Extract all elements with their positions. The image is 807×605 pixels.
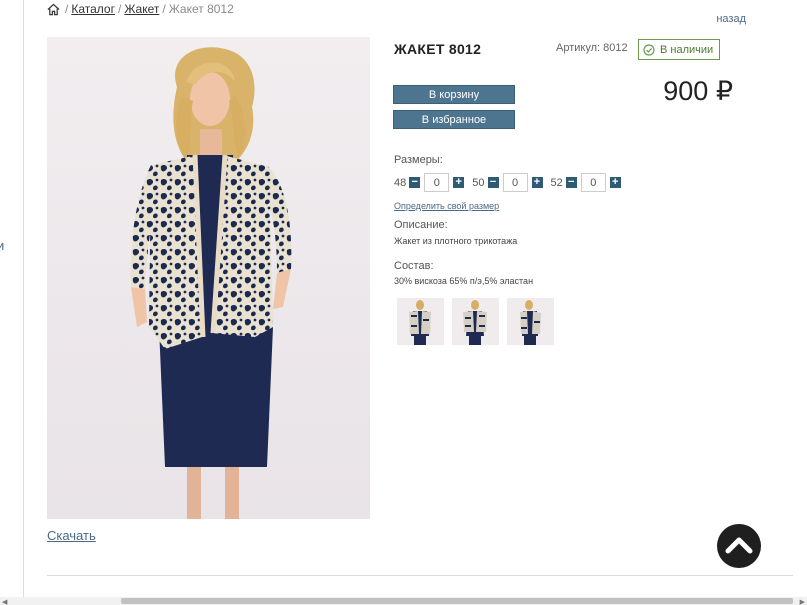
breadcrumb-separator: / [117, 2, 122, 16]
determine-size-link[interactable]: Определить свой размер [394, 201, 499, 211]
back-link[interactable]: назад [716, 13, 746, 25]
size-50-group: 50 − 0 + [472, 173, 543, 192]
plus-icon[interactable]: + [531, 177, 543, 188]
thumbnail-2[interactable] [452, 298, 499, 345]
chevron-up-icon [725, 537, 753, 554]
thumbnail-3[interactable] [507, 298, 554, 345]
product-title: ЖАКЕТ 8012 [394, 41, 482, 57]
breadcrumb-separator: / [65, 2, 69, 16]
model-illustration [130, 47, 292, 519]
size-48-group: 48 − 0 + [394, 173, 465, 192]
minus-icon[interactable]: − [565, 177, 577, 188]
left-border [23, 0, 24, 597]
stock-badge: В наличии [638, 39, 721, 60]
product-sku: Артикул: 8012 [556, 42, 628, 54]
download-link[interactable]: Скачать [47, 528, 96, 543]
size-selector: 48 − 0 + 50 − 0 + 52 − 0 + [394, 173, 629, 192]
plus-icon[interactable]: + [453, 177, 465, 188]
description-label: Описание: [394, 219, 448, 231]
minus-icon[interactable]: − [487, 177, 499, 188]
horizontal-scrollbar[interactable]: ◀ ▶ [0, 597, 807, 605]
scrollbar-thumb[interactable] [121, 598, 793, 604]
footer-divider [47, 575, 793, 576]
home-icon[interactable] [47, 3, 60, 16]
scroll-right-icon[interactable]: ▶ [800, 598, 805, 605]
breadcrumb-link-catalog[interactable]: Каталог [71, 2, 115, 16]
breadcrumb: / Каталог / Жакет / Жакет 8012 [47, 2, 234, 16]
thumbnail-1[interactable] [397, 298, 444, 345]
product-main-image[interactable] [47, 37, 370, 519]
breadcrumb-link-jacket[interactable]: Жакет [124, 2, 159, 16]
sizes-label: Размеры: [394, 154, 443, 166]
size-52-group: 52 − 0 + [551, 173, 621, 192]
add-to-cart-button[interactable]: В корзину [393, 85, 515, 104]
scroll-to-top-button[interactable] [717, 524, 761, 568]
quantity-field-52[interactable]: 0 [580, 173, 606, 192]
quantity-field-48[interactable]: 0 [424, 173, 450, 192]
description-text: Жакет из плотного трикотажа [394, 236, 518, 246]
breadcrumb-separator: / [162, 2, 166, 16]
add-to-favorites-button[interactable]: В избранное [393, 110, 515, 129]
check-circle-icon [643, 43, 655, 56]
breadcrumb-current: Жакет 8012 [168, 2, 234, 16]
thumbnail-image [520, 300, 541, 345]
size-value: 48 [394, 176, 407, 189]
composition-label: Состав: [394, 260, 434, 272]
scroll-left-icon[interactable]: ◀ [2, 598, 7, 605]
plus-icon[interactable]: + [609, 177, 621, 188]
product-price: 900 ₽ [663, 76, 733, 106]
thumbnail-image [463, 300, 487, 345]
left-edge-fragment: и [0, 238, 5, 253]
size-value: 50 [472, 176, 485, 189]
thumbnail-gallery [397, 298, 554, 345]
composition-text: 30% вискоза 65% п/э,5% эластан [394, 276, 534, 286]
size-value: 52 [550, 176, 563, 189]
quantity-field-50[interactable]: 0 [502, 173, 528, 192]
minus-icon[interactable]: − [409, 177, 421, 188]
thumbnail-image [409, 300, 431, 345]
stock-label: В наличии [660, 43, 714, 56]
